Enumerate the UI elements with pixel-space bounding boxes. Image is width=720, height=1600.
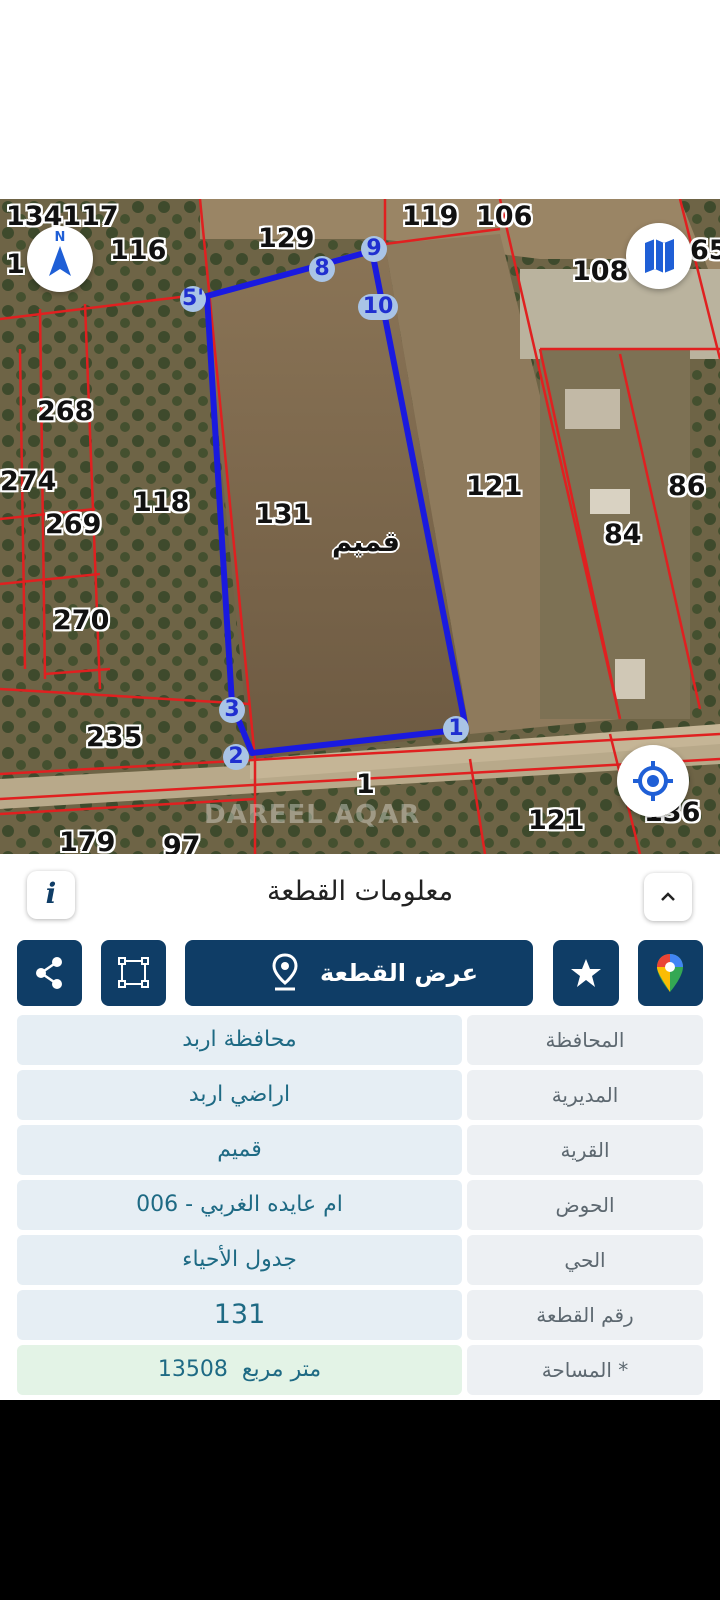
governorate-label: المحافظة <box>467 1015 703 1065</box>
location-pin-icon <box>272 953 298 991</box>
gps-icon <box>633 761 673 801</box>
info-row-area: 13508 متر مربع المساحة * <box>17 1345 703 1395</box>
vertex-label: 1 <box>443 716 469 742</box>
favorite-button[interactable] <box>553 940 619 1006</box>
parcel-label: 1 <box>6 249 25 280</box>
area-label: المساحة * <box>467 1345 703 1395</box>
district-label: الحي <box>467 1235 703 1285</box>
sheet-title: معلومات القطعة <box>266 876 454 907</box>
vertex-label: 9 <box>361 236 387 262</box>
parcel-label: 106 <box>476 201 533 232</box>
parcel-label: 119 <box>402 201 459 232</box>
vertex-label: 5' <box>180 286 206 312</box>
google-maps-button[interactable] <box>638 940 703 1006</box>
compass-letter: N <box>54 230 66 245</box>
parcel-label: 270 <box>53 605 110 636</box>
compass-button[interactable]: N <box>27 226 93 292</box>
vertex-label: 3 <box>219 697 245 723</box>
parcel-label: 86 <box>668 471 706 502</box>
parcel-label: 121 <box>528 805 585 836</box>
village-label: قميم <box>332 527 400 558</box>
bottom-blank-area <box>0 1400 720 1600</box>
area-value: 13508 متر مربع <box>17 1345 462 1395</box>
parcel-label: 1 <box>356 769 375 800</box>
polygon-button[interactable] <box>101 940 166 1006</box>
vertex-label: 2 <box>223 744 249 770</box>
share-icon <box>36 957 62 989</box>
info-row-village: قميم القرية <box>17 1125 703 1175</box>
parcel-label: 129 <box>258 223 315 254</box>
parcel-label: 269 <box>45 509 102 540</box>
vertex-label: 8 <box>309 256 335 282</box>
parcel-label: 274 <box>0 466 57 497</box>
village-value: قميم <box>17 1125 462 1175</box>
status-bar-area <box>0 0 720 199</box>
drag-handle[interactable] <box>350 854 410 860</box>
parcel-label: 116 <box>110 235 167 266</box>
vertex-label: 10 <box>358 294 398 320</box>
my-location-button[interactable] <box>617 745 689 817</box>
parcel-label: 108 <box>572 256 629 287</box>
directorate-value: اراضي اربد <box>17 1070 462 1120</box>
basin-value: ام عايده الغربي - 006 <box>17 1180 462 1230</box>
map-layers-button[interactable] <box>626 223 692 289</box>
basin-label: الحوض <box>467 1180 703 1230</box>
info-row-parcel-number: 131 رقم القطعة <box>17 1290 703 1340</box>
parcel-number-label: رقم القطعة <box>467 1290 703 1340</box>
info-row-directorate: اراضي اربد المديرية <box>17 1070 703 1120</box>
village-label-field: القرية <box>467 1125 703 1175</box>
parcel-label: 131 <box>255 499 312 530</box>
district-value: جدول الأحياء <box>17 1235 462 1285</box>
polygon-icon <box>118 957 149 988</box>
map-icon <box>645 239 674 273</box>
parcel-label: 268 <box>37 396 94 427</box>
parcel-label: 65 <box>690 235 720 266</box>
info-row-basin: ام عايده الغربي - 006 الحوض <box>17 1180 703 1230</box>
governorate-value: محافظة اربد <box>17 1015 462 1065</box>
parcel-label: 121 <box>466 471 523 502</box>
info-row-district: جدول الأحياء الحي <box>17 1235 703 1285</box>
info-row-governorate: محافظة اربد المحافظة <box>17 1015 703 1065</box>
directorate-label: المديرية <box>467 1070 703 1120</box>
parcel-label: 84 <box>604 519 642 550</box>
parcel-label: 235 <box>86 722 143 753</box>
google-maps-icon <box>657 954 683 992</box>
parcel-label: 179 <box>59 827 116 854</box>
star-icon <box>571 959 601 987</box>
show-parcel-button[interactable]: عرض القطعة <box>185 940 533 1006</box>
parcel-label: 97 <box>163 831 201 854</box>
watermark: DAREEL AQAR <box>204 800 421 830</box>
satellite-map[interactable]: 134117 116 129 119 106 108 65 268 274 11… <box>0 199 720 854</box>
parcel-number-value: 131 <box>17 1290 462 1340</box>
parcel-label: 118 <box>133 487 190 518</box>
show-parcel-label: عرض القطعة <box>320 959 478 987</box>
share-button[interactable] <box>17 940 82 1006</box>
